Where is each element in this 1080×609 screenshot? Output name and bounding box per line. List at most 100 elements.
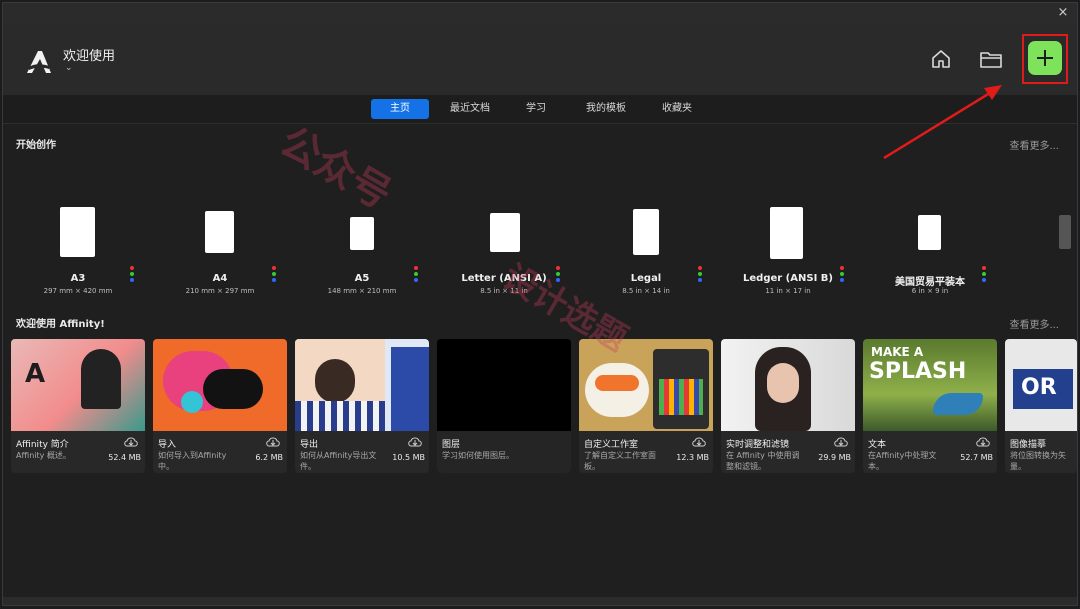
card-thumbnail <box>437 339 571 431</box>
cloud-download-icon[interactable] <box>833 435 849 449</box>
card-file-size: 6.2 MB <box>255 453 283 462</box>
welcome-see-more-link[interactable]: 查看更多... <box>1009 316 1059 331</box>
create-see-more-link[interactable]: 查看更多... <box>1009 137 1059 152</box>
card-file-size: 52.4 MB <box>108 453 141 462</box>
card-info: 图像描摹 将位图转换为矢量。 <box>1005 431 1077 473</box>
template-size: 148 mm × 210 mm <box>327 287 397 295</box>
template-size: 210 mm × 297 mm <box>185 287 255 295</box>
annotation-arrow <box>883 85 1002 160</box>
open-folder-button[interactable] <box>973 41 1009 77</box>
create-section-title: 开始创作 <box>16 140 56 151</box>
welcome-section-title: 欢迎使用 Affinity! <box>16 319 105 330</box>
tab-favorites[interactable]: 收藏夹 <box>653 99 701 119</box>
close-window-button[interactable]: × <box>1055 5 1071 21</box>
card-subtitle: 如何导入到Affinity中。 <box>158 451 227 471</box>
new-document-highlight <box>1022 34 1068 84</box>
template-size: 11 in × 17 in <box>765 287 811 295</box>
page-preview <box>770 207 803 259</box>
page-title[interactable]: 欢迎使用 <box>63 45 115 64</box>
tutorial-card-image-trace[interactable]: OR 图像描摹 将位图转换为矢量。 <box>1005 339 1077 473</box>
template-legal[interactable]: Legal 8.5 in × 14 in <box>586 203 706 299</box>
template-name: A5 <box>354 273 370 284</box>
tab-home[interactable]: 主页 <box>371 99 429 119</box>
card-file-size: 29.9 MB <box>818 453 851 462</box>
card-subtitle: 在Affinity中处理文本。 <box>868 451 937 471</box>
tutorial-card-intro[interactable]: A Affinity 简介 Affinity 概述。 52.4 MB <box>11 339 145 473</box>
card-info: 导出 如何从Affinity导出文件。 10.5 MB <box>295 431 429 473</box>
template-name: A4 <box>212 273 228 284</box>
card-title: 图层 <box>442 440 461 450</box>
color-dots-icon <box>272 266 276 284</box>
plus-icon <box>1037 50 1053 66</box>
color-dots-icon <box>130 266 134 284</box>
card-subtitle: 学习如何使用图层。 <box>442 451 514 460</box>
tab-recent[interactable]: 最近文档 <box>441 99 499 119</box>
card-info: 自定义工作室 了解自定义工作室面板。 12.3 MB <box>579 431 713 473</box>
tutorial-card-export[interactable]: 导出 如何从Affinity导出文件。 10.5 MB <box>295 339 429 473</box>
template-name: A3 <box>70 273 86 284</box>
card-info: 文本 在Affinity中处理文本。 52.7 MB <box>863 431 997 473</box>
new-document-button[interactable] <box>1028 41 1062 75</box>
page-preview <box>490 213 520 252</box>
template-ledger[interactable]: Ledger (ANSI B) 11 in × 17 in <box>728 203 848 299</box>
card-thumbnail: MAKE A SPLASH <box>863 339 997 431</box>
template-size: 297 mm × 420 mm <box>43 287 113 295</box>
template-size: 6 in × 9 in <box>911 287 949 295</box>
color-dots-icon <box>840 266 844 284</box>
card-subtitle: Affinity 概述。 <box>16 451 71 460</box>
page-preview <box>918 215 941 250</box>
folder-icon <box>980 52 1002 68</box>
bottom-scrollbar[interactable] <box>3 597 1077 605</box>
card-title: Affinity 简介 <box>16 440 69 450</box>
template-name: Ledger (ANSI B) <box>743 273 833 284</box>
template-name: 美国贸易平装本 <box>895 277 965 288</box>
card-title: 图像描摹 <box>1010 440 1047 450</box>
card-title: 导出 <box>300 440 319 450</box>
page-preview <box>633 209 659 255</box>
page-preview <box>350 217 374 250</box>
tutorial-card-text[interactable]: MAKE A SPLASH 文本 在Affinity中处理文本。 52.7 MB <box>863 339 997 473</box>
template-a4[interactable]: A4 210 mm × 297 mm <box>160 203 280 299</box>
card-file-size: 12.3 MB <box>676 453 709 462</box>
home-icon <box>932 50 950 68</box>
color-dots-icon <box>414 266 418 284</box>
home-button[interactable] <box>923 41 959 77</box>
cloud-download-icon[interactable] <box>975 435 991 449</box>
tab-my-templates[interactable]: 我的模板 <box>577 99 635 119</box>
page-preview <box>60 207 95 257</box>
color-dots-icon <box>982 266 986 284</box>
card-thumbnail: OR <box>1005 339 1077 431</box>
card-thumbnail <box>153 339 287 431</box>
tutorial-card-import[interactable]: 导入 如何导入到Affinity中。 6.2 MB <box>153 339 287 473</box>
tab-learn[interactable]: 学习 <box>515 99 557 119</box>
tutorial-card-layers[interactable]: 图层 学习如何使用图层。 <box>437 339 571 473</box>
template-a5[interactable]: A5 148 mm × 210 mm <box>302 203 422 299</box>
template-name: Legal <box>630 273 662 284</box>
card-title: 自定义工作室 <box>584 440 639 450</box>
tutorial-card-adjustments[interactable]: 实时调整和滤镜 在 Affinity 中使用调整和滤镜。 29.9 MB <box>721 339 855 473</box>
card-title: 实时调整和滤镜 <box>726 440 790 450</box>
card-info: 实时调整和滤镜 在 Affinity 中使用调整和滤镜。 29.9 MB <box>721 431 855 473</box>
template-partial-preview <box>1059 215 1071 249</box>
affinity-logo <box>27 51 51 73</box>
cloud-download-icon[interactable] <box>691 435 707 449</box>
card-title: 导入 <box>158 440 177 450</box>
cloud-download-icon[interactable] <box>123 435 139 449</box>
card-info: 图层 学习如何使用图层。 <box>437 431 571 473</box>
title-bar: × <box>3 3 1077 25</box>
tutorial-card-studio[interactable]: 自定义工作室 了解自定义工作室面板。 12.3 MB <box>579 339 713 473</box>
card-subtitle: 在 Affinity 中使用调整和滤镜。 <box>726 451 800 471</box>
card-info: Affinity 简介 Affinity 概述。 52.4 MB <box>11 431 145 473</box>
card-thumbnail <box>295 339 429 431</box>
card-subtitle: 了解自定义工作室面板。 <box>584 451 656 471</box>
card-thumbnail <box>721 339 855 431</box>
template-us-trade[interactable]: 美国贸易平装本 6 in × 9 in <box>870 203 990 299</box>
card-file-size: 52.7 MB <box>960 453 993 462</box>
cloud-download-icon[interactable] <box>407 435 423 449</box>
color-dots-icon <box>698 266 702 284</box>
page-preview <box>205 211 234 253</box>
card-subtitle: 将位图转换为矢量。 <box>1010 451 1066 471</box>
template-a3[interactable]: A3 297 mm × 420 mm <box>18 203 138 299</box>
chevron-down-icon[interactable]: ⌄ <box>65 63 73 73</box>
cloud-download-icon[interactable] <box>265 435 281 449</box>
